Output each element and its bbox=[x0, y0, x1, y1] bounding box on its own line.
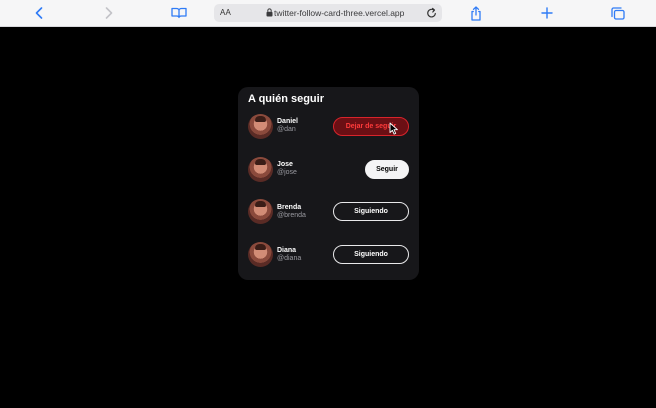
avatar bbox=[248, 114, 273, 139]
user-name: Diana bbox=[277, 247, 297, 254]
pointer-cursor-icon bbox=[389, 122, 398, 135]
avatar bbox=[248, 199, 273, 224]
user-name: Jose bbox=[277, 161, 293, 168]
user-handle: @diana bbox=[277, 255, 302, 262]
following-button[interactable]: Siguiendo bbox=[333, 245, 409, 264]
plus-icon bbox=[541, 7, 553, 19]
user-row-diana: Diana @diana Siguiendo bbox=[238, 234, 419, 277]
lock-icon bbox=[266, 8, 273, 17]
browser-toolbar: AA twitter-follow-card-three.vercel.app bbox=[0, 0, 656, 27]
address-bar[interactable]: AA twitter-follow-card-three.vercel.app bbox=[214, 4, 442, 22]
follow-button[interactable]: Seguir bbox=[365, 160, 409, 179]
share-icon bbox=[471, 5, 481, 21]
reader-button[interactable]: AA bbox=[220, 8, 231, 17]
back-button[interactable] bbox=[32, 4, 46, 22]
avatar bbox=[248, 242, 273, 267]
user-name: Daniel bbox=[277, 118, 299, 125]
user-name: Brenda bbox=[277, 204, 302, 211]
card-title: A quién seguir bbox=[248, 93, 324, 105]
tabs-overview-button[interactable] bbox=[610, 4, 626, 22]
follow-card: A quién seguir Daniel @dan Dejar de segu… bbox=[238, 87, 419, 280]
share-button[interactable] bbox=[468, 4, 484, 22]
user-handle: @dan bbox=[277, 126, 296, 133]
user-handle: @brenda bbox=[277, 212, 306, 219]
new-tab-button[interactable] bbox=[539, 4, 555, 22]
bookmarks-button[interactable] bbox=[170, 4, 188, 22]
forward-button[interactable] bbox=[102, 4, 116, 22]
user-handle: @jose bbox=[277, 169, 297, 176]
url-text: twitter-follow-card-three.vercel.app bbox=[274, 8, 405, 18]
reload-icon[interactable] bbox=[426, 7, 437, 19]
following-button[interactable]: Siguiendo bbox=[333, 202, 409, 221]
avatar bbox=[248, 157, 273, 182]
user-row-brenda: Brenda @brenda Siguiendo bbox=[238, 191, 419, 234]
user-row-jose: Jose @jose Seguir bbox=[238, 148, 419, 191]
chevron-left-icon bbox=[35, 7, 43, 19]
tabs-icon bbox=[611, 6, 625, 20]
chevron-right-icon bbox=[105, 7, 113, 19]
book-icon bbox=[171, 7, 187, 19]
